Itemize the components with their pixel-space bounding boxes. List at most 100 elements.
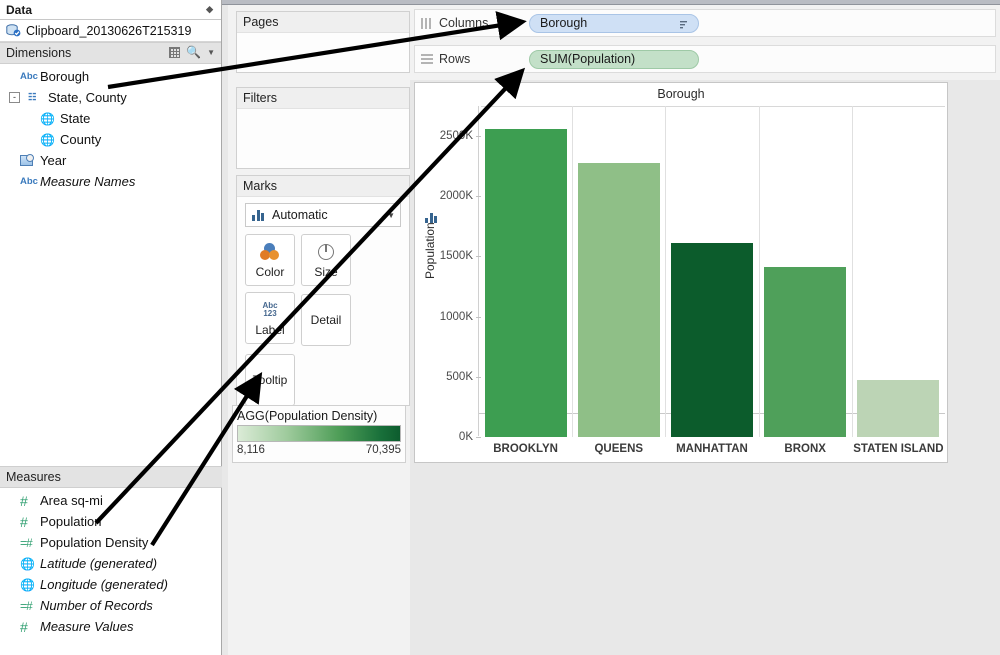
measure-field-area-sq-mi[interactable]: # Area sq-mi: [0, 490, 222, 511]
data-pane-title: Data: [6, 2, 33, 17]
dimension-field-measure-names[interactable]: Abc Measure Names: [0, 171, 221, 192]
expander-icon[interactable]: -: [9, 92, 20, 103]
hierarchy-icon: ☷: [28, 92, 37, 103]
search-icon[interactable]: 🔍: [186, 46, 201, 58]
pages-card[interactable]: Pages: [236, 11, 410, 73]
field-label: County: [60, 132, 102, 147]
column-separator: [572, 106, 574, 437]
measures-section-header: Measures: [0, 466, 222, 488]
chevron-down-icon[interactable]: ▼: [387, 211, 395, 220]
field-label: State: [60, 111, 91, 126]
globe-icon: 🌐: [40, 111, 55, 126]
x-tick-label[interactable]: MANHATTAN: [665, 443, 758, 456]
bar-brooklyn[interactable]: [484, 128, 567, 437]
mark-type-selector[interactable]: Automatic ▼: [245, 203, 401, 227]
abc-icon: Abc: [20, 176, 38, 187]
data-pane-collapse-icon[interactable]: ◆: [206, 4, 213, 15]
filters-card-title: Filters: [237, 88, 409, 109]
hash-icon: #: [20, 513, 28, 530]
dimension-field-state-county[interactable]: - ☷ State, County: [0, 87, 221, 108]
columns-shelf[interactable]: Columns Borough: [414, 9, 996, 37]
filters-card[interactable]: Filters: [236, 87, 410, 169]
bar-bronx[interactable]: [764, 267, 847, 437]
color-legend-title: AGG(Population Density): [237, 409, 378, 423]
calendar-icon: [20, 154, 40, 166]
calculated-hash-icon: =#: [20, 535, 33, 550]
dimension-field-state[interactable]: 🌐 State: [0, 108, 221, 129]
label-button[interactable]: Abc 123 Label: [245, 292, 295, 344]
measure-field-population-density[interactable]: =# Population Density: [0, 532, 222, 553]
color-legend-card: AGG(Population Density) 8,116 70,395: [232, 405, 406, 463]
rows-shelf-icon: [421, 53, 433, 65]
label-button-label: Label: [255, 322, 285, 337]
x-tick-label[interactable]: BROOKLYN: [479, 443, 572, 456]
measures-label: Measures: [6, 470, 61, 484]
dimension-field-county[interactable]: 🌐 County: [0, 129, 221, 150]
measure-field-population[interactable]: # Population: [0, 511, 222, 532]
color-button-label: Color: [255, 264, 285, 279]
marks-buttons: Color Size Abc 123 Label Detail Tooltip: [237, 227, 409, 406]
dimensions-list: Abc Borough - ☷ State, County 🌐 State 🌐 County Ye…: [0, 64, 221, 192]
y-tick-label: 500K: [446, 370, 473, 383]
measures-list: # Area sq-mi # Population =# Population Densi…: [0, 488, 222, 637]
measure-field-longitude-generated-[interactable]: 🌐 Longitude (generated): [0, 574, 222, 595]
measure-field-number-of-records[interactable]: =# Number of Records: [0, 595, 222, 616]
grid-view-icon[interactable]: [169, 46, 181, 58]
field-label: Number of Records: [40, 598, 153, 613]
columns-shelf-icon: [421, 17, 433, 29]
abc123-icon: Abc 123: [262, 300, 278, 318]
color-legend-max: 70,395: [365, 444, 401, 456]
cards-column: Pages Filters Marks Automatic ▼ Color Si…: [228, 5, 410, 655]
y-tick-mark: [476, 437, 481, 438]
dimension-field-borough[interactable]: Abc Borough: [0, 66, 221, 87]
pill-borough[interactable]: Borough: [529, 13, 699, 33]
tooltip-button[interactable]: Tooltip: [245, 354, 295, 406]
y-tick-label: 1500K: [439, 250, 473, 263]
hash-icon: #: [20, 618, 28, 635]
bar-staten-island[interactable]: [857, 380, 940, 437]
database-icon: [6, 24, 21, 37]
field-label: Latitude (generated): [40, 556, 158, 571]
x-tick-label[interactable]: BRONX: [759, 443, 852, 456]
detail-button[interactable]: Detail: [301, 294, 351, 346]
size-button-label: Size: [314, 264, 338, 279]
field-label: Borough: [40, 69, 90, 84]
size-button[interactable]: Size: [301, 234, 351, 286]
columns-shelf-label: Columns: [439, 16, 489, 30]
color-legend-ramp[interactable]: [237, 425, 401, 442]
dimensions-section-header: Dimensions 🔍 ▼: [0, 42, 221, 64]
field-label: Population: [40, 514, 102, 529]
datasource-row[interactable]: Clipboard_20130626T215319: [0, 20, 221, 42]
sort-icon[interactable]: [680, 19, 690, 29]
x-tick-label[interactable]: QUEENS: [572, 443, 665, 456]
hash-icon: #: [20, 492, 28, 509]
y-tick-label: 2000K: [439, 190, 473, 203]
field-label: Measure Names: [40, 174, 136, 189]
field-label: State, County: [48, 90, 127, 105]
rows-shelf[interactable]: Rows SUM(Population): [414, 45, 996, 73]
detail-button-label: Detail: [310, 313, 342, 327]
y-tick-label: 1000K: [439, 310, 473, 323]
color-legend-values: 8,116 70,395: [233, 442, 405, 456]
globe-green-icon: 🌐: [20, 556, 35, 571]
chevron-down-icon[interactable]: ▼: [207, 48, 215, 57]
measure-field-latitude-generated-[interactable]: 🌐 Latitude (generated): [0, 553, 222, 574]
marks-card-title: Marks: [237, 176, 409, 197]
abc-icon: Abc: [20, 71, 38, 82]
pill-sum-population[interactable]: SUM(Population): [529, 49, 699, 69]
color-button[interactable]: Color: [245, 234, 295, 286]
globe-icon: 🌐: [40, 132, 55, 147]
size-circle-icon: [318, 242, 334, 262]
plot-area: [479, 106, 945, 437]
color-legend-min: 8,116: [237, 444, 265, 456]
marks-card: Marks Automatic ▼ Color Size Abc 123 Lab…: [236, 175, 410, 443]
measure-field-measure-values[interactable]: # Measure Values: [0, 616, 222, 637]
x-tick-label[interactable]: STATEN ISLAND: [852, 443, 945, 456]
data-pane-header: Data ◆: [0, 0, 221, 20]
bar-queens[interactable]: [577, 162, 660, 437]
tableau-window: Data ◆ Clipboard_20130626T215319 Dimensi…: [0, 0, 1000, 655]
bar-manhattan[interactable]: [671, 243, 753, 437]
field-label: Population Density: [40, 535, 149, 550]
dimension-field-year[interactable]: Year: [0, 150, 221, 171]
color-circles-icon: [260, 242, 280, 262]
